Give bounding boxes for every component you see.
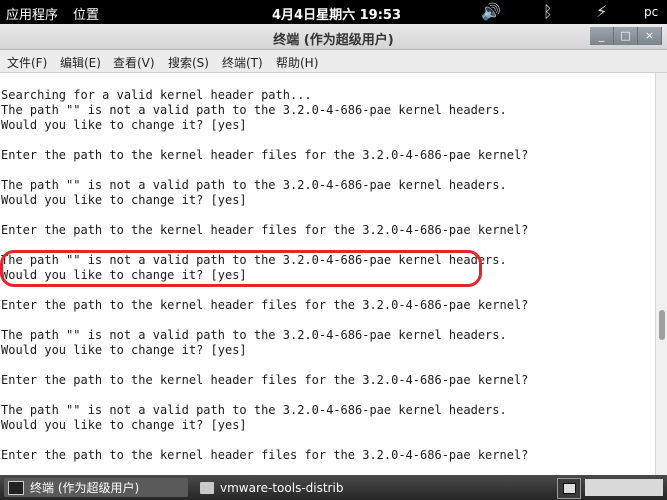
applications-menu[interactable]: 应用程序 [6,4,58,23]
menubar: 文件(F) 编辑(E) 查看(V) 搜索(S) 终端(T) 帮助(H) [0,50,667,73]
menu-search[interactable]: 搜索(S) [168,54,209,71]
scrollbar-thumb[interactable] [659,310,665,340]
terminal-line: Enter the path to the kernel header file… [1,148,529,162]
menu-view[interactable]: 查看(V) [113,54,155,71]
workspace-terminal-icon[interactable] [557,478,581,499]
maximize-button[interactable]: □ [614,27,638,45]
menu-terminal[interactable]: 终端(T) [222,54,263,71]
taskbar-item-terminal[interactable]: 终端 (作为超级用户) [4,478,188,497]
menu-help[interactable]: 帮助(H) [276,54,318,71]
window-title: 终端 (作为超级用户) [273,33,394,48]
terminal-line: The path "" is not a valid path to the 3… [1,103,507,117]
highlight-annotation [0,250,482,287]
workspace-switcher[interactable] [585,479,663,496]
close-button[interactable]: × [638,27,662,45]
terminal-line: Enter the path to the kernel header file… [1,373,529,387]
top-panel: 应用程序 位置 4月4日星期六 19:53 🔊 ᛒ ⚡ pc [0,0,667,24]
terminal-icon [8,480,24,495]
taskbar-item-folder[interactable]: vmware-tools-distrib [196,478,386,497]
terminal-line: Enter the path to the kernel header file… [1,448,529,462]
window-controls: _ □ × [590,27,662,45]
menu-edit[interactable]: 编辑(E) [60,54,101,71]
minimize-button[interactable]: _ [590,27,614,45]
taskbar-item-label: vmware-tools-distrib [220,480,344,495]
menu-file[interactable]: 文件(F) [7,54,47,71]
user-menu[interactable]: pc [644,5,658,19]
terminal-line: Would you like to change it? [yes] [1,418,247,432]
terminal-line: Would you like to change it? [yes] [1,343,247,357]
terminal-line: Would you like to change it? [yes] [1,118,247,132]
bluetooth-icon[interactable]: ᛒ [543,2,553,21]
volume-icon[interactable]: 🔊 [481,2,501,21]
terminal-line: Would you like to change it? [yes] [1,193,247,207]
taskbar-item-label: 终端 (作为超级用户) [30,481,140,495]
terminal-line: The path "" is not a valid path to the 3… [1,403,507,417]
places-menu[interactable]: 位置 [73,4,99,23]
terminal-scrollbar[interactable] [655,73,667,475]
terminal-line: The path "" is not a valid path to the 3… [1,328,507,342]
window-titlebar[interactable]: 终端 (作为超级用户) _ □ × [0,24,667,50]
terminal-line: Enter the path to the kernel header file… [1,298,529,312]
network-icon[interactable]: ⚡ [596,2,607,21]
taskbar: 终端 (作为超级用户) vmware-tools-distrib [0,475,667,500]
terminal-line: Enter the path to the kernel header file… [1,223,529,237]
terminal-line: Searching for a valid kernel header path… [1,88,312,102]
clock[interactable]: 4月4日星期六 19:53 [272,4,401,23]
folder-icon [200,481,214,494]
terminal-line: The path "" is not a valid path to the 3… [1,178,507,192]
